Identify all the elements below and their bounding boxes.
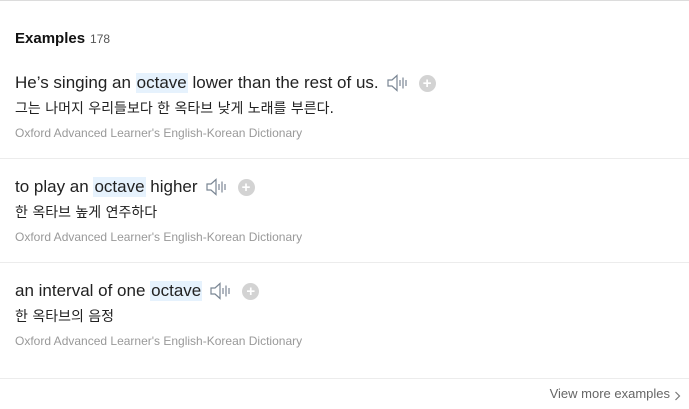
example-translation: 한 옥타브 높게 연주하다 (15, 205, 158, 221)
divider (0, 158, 689, 159)
highlighted-keyword: octave (93, 177, 146, 197)
example-item: He’s singing an octave lower than the re… (15, 72, 689, 140)
sentence-text: an interval of one (15, 281, 151, 300)
example-source: Oxford Advanced Learner's English-Korean… (15, 126, 303, 140)
highlighted-keyword: octave (135, 73, 188, 93)
plus-icon: + (241, 178, 251, 196)
speaker-icon[interactable] (205, 177, 229, 197)
view-more-label: View more examples (549, 386, 670, 401)
add-to-wordbook-button[interactable]: + (418, 74, 436, 92)
view-more-examples-link[interactable]: View more examples (550, 386, 681, 401)
plus-icon: + (246, 282, 256, 300)
example-sentence: an interval of one octave + (15, 280, 689, 302)
speaker-icon[interactable] (386, 73, 410, 93)
example-sentence: He’s singing an octave lower than the re… (15, 72, 689, 94)
example-source: Oxford Advanced Learner's English-Korean… (15, 334, 303, 348)
speaker-icon[interactable] (209, 281, 233, 301)
examples-title: Examples (15, 30, 86, 47)
sentence-text: to play an (15, 177, 94, 196)
footer-divider (0, 378, 689, 379)
add-to-wordbook-button[interactable]: + (237, 178, 255, 196)
sentence-text: higher (145, 177, 198, 196)
plus-icon: + (422, 74, 432, 92)
example-sentence: to play an octave higher + (15, 176, 689, 198)
chevron-right-icon (674, 389, 681, 400)
add-to-wordbook-button[interactable]: + (242, 282, 260, 300)
divider (0, 262, 689, 263)
example-translation: 한 옥타브의 음정 (15, 309, 115, 325)
sentence-text: He’s singing an (15, 73, 136, 92)
example-item: an interval of one octave + 한 옥타브의 음정 Ox… (15, 280, 689, 348)
highlighted-keyword: octave (150, 281, 203, 301)
examples-count: 178 (90, 32, 111, 46)
example-translation: 그는 나머지 우리들보다 한 옥타브 낮게 노래를 부른다. (15, 101, 334, 117)
example-item: to play an octave higher + 한 옥타브 높게 연주하다… (15, 176, 689, 244)
top-border (0, 0, 689, 1)
sentence-text: lower than the rest of us. (187, 73, 379, 92)
examples-header: Examples 178 (15, 30, 110, 47)
example-source: Oxford Advanced Learner's English-Korean… (15, 230, 303, 244)
